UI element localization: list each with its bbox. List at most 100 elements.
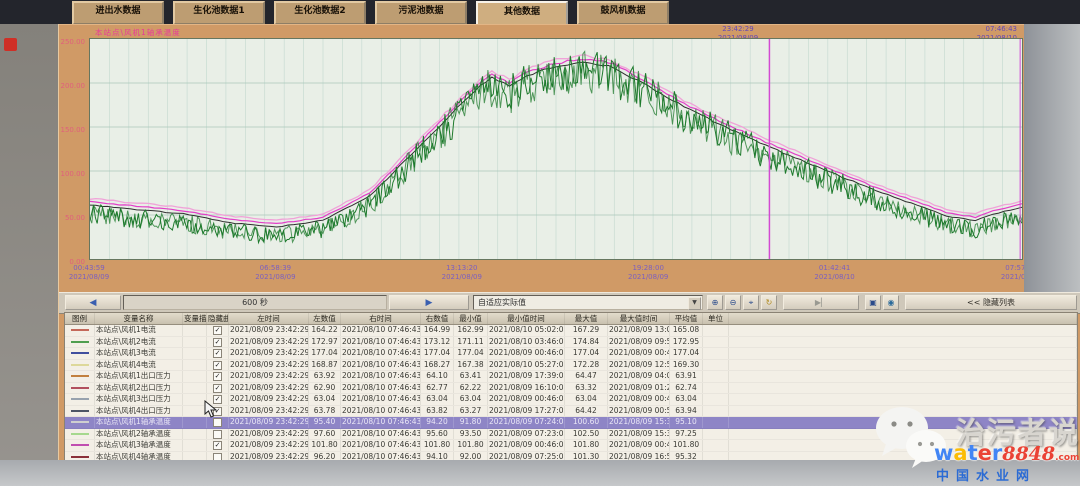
- globe-icon: ◉: [888, 298, 895, 307]
- variable-name: 本站点\风机1轴承温度: [95, 417, 183, 428]
- hide-curve-checkbox[interactable]: [213, 418, 222, 427]
- y-tick: 50.00: [65, 214, 85, 222]
- column-header[interactable]: 单位: [703, 313, 729, 324]
- x-tick: 13:13:202021/08/09: [427, 264, 497, 282]
- variable-name: 本站点\风机2出口压力: [95, 383, 183, 394]
- column-header[interactable]: 变量名称: [95, 313, 183, 324]
- column-header[interactable]: [729, 313, 1077, 324]
- variable-name: 本站点\风机3出口压力: [95, 394, 183, 405]
- left-arrow-icon: ◀: [90, 298, 97, 308]
- y-axis-labels: 250.00200.00150.00100.0050.000.00: [59, 34, 87, 264]
- window-button[interactable]: ▣: [865, 295, 881, 310]
- mouse-cursor: [204, 400, 218, 418]
- chart-area: 本站点\风机1轴承温度 23:42:29 2021/08/09 07:46:43…: [59, 24, 1080, 290]
- table-header-row: 图例变量名称变量描述隐藏曲线左时间左数值右时间右数值最小值最小值时间最大值最大值…: [65, 313, 1077, 325]
- legend-swatch: [71, 387, 89, 389]
- variable-name: 本站点\风机1出口压力: [95, 371, 183, 382]
- column-header[interactable]: 最小值: [454, 313, 488, 324]
- tab-4[interactable]: 污泥池数据: [375, 1, 467, 25]
- screenshot-stage: 进出水数据生化池数据1生化池数据2污泥池数据其他数据鼓风机数据 本站点\风机1轴…: [0, 0, 1080, 486]
- legend-swatch: [71, 433, 89, 435]
- column-header[interactable]: 变量描述: [183, 313, 207, 324]
- column-header[interactable]: 最大值时间: [608, 313, 670, 324]
- legend-swatch: [71, 364, 89, 366]
- variable-name: 本站点\风机3轴承温度: [95, 440, 183, 451]
- trend-data-table: 图例变量名称变量描述隐藏曲线左时间左数值右时间右数值最小值最小值时间最大值最大值…: [64, 312, 1078, 476]
- x-tick: 06:58:392021/08/09: [240, 264, 310, 282]
- hide-curve-checkbox[interactable]: ✓: [213, 349, 222, 358]
- hide-curve-checkbox[interactable]: ✓: [213, 384, 222, 393]
- tab-1[interactable]: 进出水数据: [72, 1, 164, 25]
- hide-curve-checkbox[interactable]: ✓: [213, 372, 222, 381]
- legend-swatch: [71, 329, 89, 331]
- tab-bar: 进出水数据生化池数据1生化池数据2污泥池数据其他数据鼓风机数据: [58, 0, 1080, 24]
- hide-curve-checkbox[interactable]: ✓: [213, 326, 222, 335]
- column-header[interactable]: 左时间: [229, 313, 309, 324]
- x-tick: 19:28:002021/08/09: [613, 264, 683, 282]
- column-header[interactable]: 隐藏曲线: [207, 313, 229, 324]
- chevron-down-icon[interactable]: ▼: [688, 297, 701, 310]
- tab-3[interactable]: 生化池数据2: [274, 1, 366, 25]
- table-row-5[interactable]: 本站点\风机1出口压力✓2021/08/09 23:42:2963.922021…: [65, 371, 1077, 383]
- scroll-right-button[interactable]: ▶: [389, 295, 469, 310]
- trend-plot[interactable]: [89, 38, 1023, 260]
- zoom-out-icon: ⊖: [730, 298, 737, 307]
- y-tick: 250.00: [61, 38, 86, 46]
- variable-name: 本站点\风机4电流: [95, 360, 183, 371]
- y-tick: 100.00: [61, 170, 86, 178]
- variable-name: 本站点\风机4出口压力: [95, 406, 183, 417]
- play-icon: ▶▏: [815, 298, 827, 307]
- zoom-out-button[interactable]: ⊖: [725, 295, 741, 310]
- hide-curve-checkbox[interactable]: ✓: [213, 441, 222, 450]
- legend-swatch: [71, 341, 89, 343]
- window-icon: ▣: [869, 298, 877, 307]
- table-row-6[interactable]: 本站点\风机2出口压力✓2021/08/09 23:42:2962.902021…: [65, 383, 1077, 395]
- refresh-button[interactable]: ↻: [761, 295, 777, 310]
- table-row-1[interactable]: 本站点\风机1电流✓2021/08/09 23:42:29164.222021/…: [65, 325, 1077, 337]
- table-row-2[interactable]: 本站点\风机2电流✓2021/08/09 23:42:29172.972021/…: [65, 337, 1077, 349]
- column-header[interactable]: 平均值: [670, 313, 703, 324]
- play-to-end-button[interactable]: ▶▏: [783, 295, 859, 310]
- right-arrow-icon: ▶: [426, 298, 433, 308]
- scroll-left-button[interactable]: ◀: [65, 295, 121, 310]
- table-row-11[interactable]: 本站点\风机3轴承温度✓2021/08/09 23:42:29101.80202…: [65, 440, 1077, 452]
- hide-curve-checkbox[interactable]: ✓: [213, 361, 222, 370]
- desktop-left-area: [0, 24, 58, 486]
- variable-name: 本站点\风机2电流: [95, 337, 183, 348]
- hide-curve-checkbox[interactable]: [213, 430, 222, 439]
- hide-curve-checkbox[interactable]: ✓: [213, 338, 222, 347]
- column-header[interactable]: 右数值: [421, 313, 454, 324]
- column-header[interactable]: 图例: [65, 313, 95, 324]
- zoom-in-icon: ⊕: [712, 298, 719, 307]
- legend-swatch: [71, 456, 89, 458]
- table-row-10[interactable]: 本站点\风机2轴承温度2021/08/09 23:42:2997.602021/…: [65, 429, 1077, 441]
- scale-mode-dropdown[interactable]: 自适应实际值 ▼: [473, 295, 703, 310]
- legend-swatch: [71, 421, 89, 423]
- table-row-9[interactable]: 本站点\风机1轴承温度2021/08/09 23:42:2995.402021/…: [65, 417, 1077, 429]
- y-tick: 150.00: [61, 126, 86, 134]
- table-row-4[interactable]: 本站点\风机4电流✓2021/08/09 23:42:29168.872021/…: [65, 360, 1077, 372]
- x-tick: 00:43:592021/08/09: [54, 264, 124, 282]
- interval-field[interactable]: 600 秒: [123, 295, 387, 310]
- selected-curve-label: 本站点\风机1轴承温度: [95, 27, 181, 38]
- tab-6[interactable]: 鼓风机数据: [577, 1, 669, 25]
- column-header[interactable]: 最小值时间: [488, 313, 565, 324]
- globe-button[interactable]: ◉: [883, 295, 899, 310]
- zoom-box-icon: ⌖: [749, 298, 754, 307]
- legend-swatch: [71, 398, 89, 400]
- trend-app-window: 本站点\风机1轴承温度 23:42:29 2021/08/09 07:46:43…: [58, 24, 1080, 462]
- column-header[interactable]: 左数值: [309, 313, 341, 324]
- zoom-box-button[interactable]: ⌖: [743, 295, 759, 310]
- desktop-red-icon: [4, 38, 17, 51]
- desktop-bottom-area: [0, 460, 1080, 486]
- table-row-3[interactable]: 本站点\风机3电流✓2021/08/09 23:42:29177.042021/…: [65, 348, 1077, 360]
- x-tick: 01:42:412021/08/10: [800, 264, 870, 282]
- column-header[interactable]: 右时间: [341, 313, 421, 324]
- zoom-in-button[interactable]: ⊕: [707, 295, 723, 310]
- legend-swatch: [71, 352, 89, 354]
- column-header[interactable]: 最大值: [565, 313, 608, 324]
- tab-2[interactable]: 生化池数据1: [173, 1, 265, 25]
- hide-list-button[interactable]: << 隐藏列表: [905, 295, 1077, 310]
- variable-name: 本站点\风机1电流: [95, 325, 183, 336]
- y-tick: 200.00: [61, 82, 86, 90]
